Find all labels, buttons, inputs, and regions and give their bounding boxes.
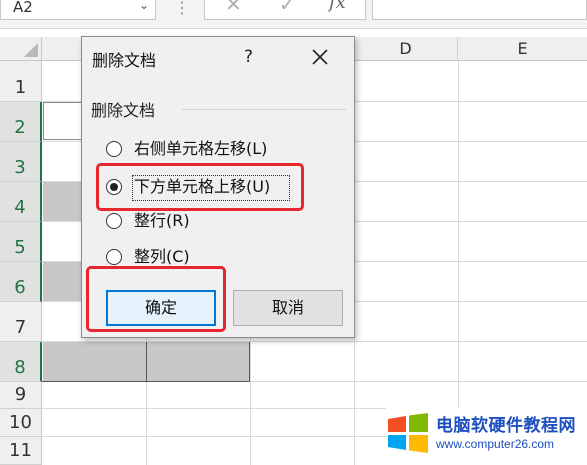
row-header-11[interactable]: 11 — [0, 437, 42, 465]
help-button[interactable]: ? — [244, 47, 253, 67]
select-all-corner[interactable] — [0, 37, 42, 61]
selected-cell-a8[interactable] — [43, 342, 146, 381]
column-header-d[interactable]: D — [354, 37, 458, 61]
watermark-title: 电脑软硬件教程网 — [436, 416, 576, 436]
radio-shift-left[interactable] — [106, 141, 122, 157]
selected-cell-a4[interactable] — [43, 182, 81, 222]
row-header-10[interactable]: 10 — [0, 409, 42, 437]
row-header-9[interactable]: 9 — [0, 382, 42, 409]
grid-line — [458, 61, 459, 465]
formula-bar: A2 ⌄ ⋮ ✕ ✓ fx — [0, 0, 587, 29]
row-header-1[interactable]: 1 — [0, 61, 42, 102]
name-box[interactable]: A2 ⌄ — [0, 0, 156, 20]
row-header-4[interactable]: 4 — [0, 182, 42, 222]
row-header-2[interactable]: 2 — [0, 102, 42, 142]
watermark: 电脑软硬件教程网 www.computer26.com — [386, 407, 587, 465]
row-header-8[interactable]: 8 — [0, 342, 42, 382]
insert-function-button[interactable]: fx — [329, 0, 346, 13]
x-icon[interactable]: ✕ — [225, 0, 242, 16]
row-header-6[interactable]: 6 — [0, 262, 42, 302]
formula-input[interactable] — [372, 0, 587, 20]
row-header-7[interactable]: 7 — [0, 302, 42, 342]
radio-entire-column[interactable] — [106, 249, 122, 265]
highlight-box-ok — [86, 266, 226, 332]
highlight-box-option — [96, 163, 304, 211]
grid-line — [250, 381, 587, 382]
option-label: 整行(R) — [134, 211, 190, 230]
column-header-e[interactable]: E — [458, 37, 587, 61]
selected-cell-a6[interactable] — [43, 262, 81, 302]
cancel-button[interactable]: 取消 — [233, 290, 343, 326]
name-box-value: A2 — [13, 0, 33, 16]
selected-cell-b8[interactable] — [147, 342, 249, 381]
grid-line — [42, 341, 587, 342]
formula-buttons: ✕ ✓ fx — [204, 0, 366, 20]
close-icon[interactable] — [308, 45, 332, 69]
windows-logo-icon — [388, 413, 428, 453]
radio-entire-row[interactable] — [106, 213, 122, 229]
dialog-title: 删除文档 — [92, 51, 157, 70]
check-icon[interactable]: ✓ — [279, 0, 296, 16]
row-header-5[interactable]: 5 — [0, 222, 42, 262]
group-divider — [182, 109, 346, 110]
option-label: 右侧单元格左移(L) — [134, 139, 268, 158]
formula-bar-separator: ⋮ — [174, 0, 190, 17]
row-header-3[interactable]: 3 — [0, 142, 42, 182]
selection-border — [249, 342, 250, 382]
group-label: 删除文档 — [91, 101, 156, 120]
chevron-down-icon[interactable]: ⌄ — [139, 0, 149, 16]
watermark-url: www.computer26.com — [436, 437, 555, 451]
selection-border — [146, 342, 147, 382]
